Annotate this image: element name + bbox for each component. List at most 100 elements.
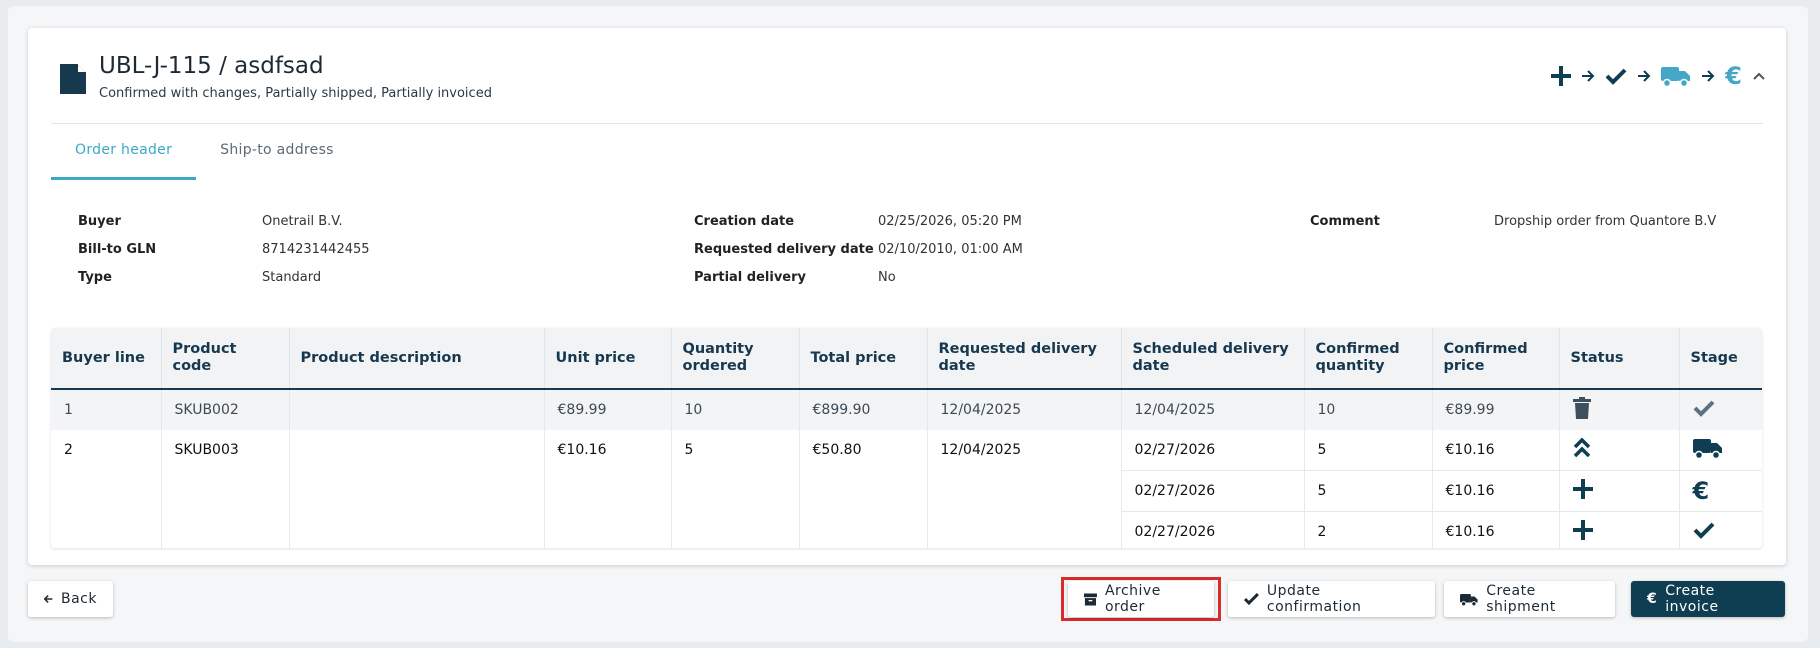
- cell-requested-date: 12/04/2025: [927, 389, 1122, 430]
- chevron-up-icon[interactable]: [1752, 71, 1766, 81]
- column-header[interactable]: Scheduled delivery date: [1121, 328, 1305, 390]
- check-icon: [1693, 399, 1715, 421]
- plus-icon: [1551, 66, 1572, 86]
- cell-product-code: SKUB002: [161, 389, 290, 430]
- column-header[interactable]: Product description: [289, 328, 545, 390]
- info-value: Standard: [262, 270, 322, 285]
- arrow-right-icon: [1701, 69, 1715, 83]
- plus-icon[interactable]: [1572, 479, 1593, 503]
- cell-confirmed-price: €10.16: [1432, 430, 1560, 471]
- info-label: Bill-to GLN: [78, 242, 157, 257]
- euro-icon: €: [1692, 477, 1710, 505]
- cell-confirmed-price: €10.16: [1432, 511, 1560, 548]
- cell-buyer-line: 2: [51, 430, 162, 548]
- cell-status: [1559, 511, 1680, 548]
- column-header[interactable]: Quantity ordered: [671, 328, 800, 390]
- euro-icon: €: [1725, 62, 1742, 90]
- cell-description: [289, 430, 545, 548]
- info-label: Comment: [1310, 214, 1380, 229]
- cell-scheduled-date: 12/04/2025: [1121, 389, 1305, 430]
- arrow-left-icon: [44, 594, 53, 604]
- column-header[interactable]: Unit price: [544, 328, 672, 390]
- cell-stage: [1679, 430, 1762, 471]
- cell-unit-price: €89.99: [544, 389, 672, 430]
- tab-bar: Order header Ship-to address: [51, 123, 358, 181]
- trash-icon[interactable]: [1572, 397, 1591, 423]
- info-label: Creation date: [694, 214, 795, 229]
- table-row[interactable]: 1 SKUB002 €89.99 10 €899.90 12/04/2025 1…: [51, 389, 1762, 430]
- order-flow-steps: €: [1551, 62, 1766, 90]
- cell-total-price: €899.90: [799, 389, 928, 430]
- back-button[interactable]: Back: [28, 581, 113, 617]
- cell-unit-price: €10.16: [544, 430, 672, 548]
- arrow-right-icon: [1581, 69, 1595, 83]
- info-value: No: [878, 270, 896, 285]
- cell-quantity: 5: [671, 430, 800, 548]
- tab-order-header[interactable]: Order header: [51, 123, 197, 180]
- back-button-label: Back: [61, 591, 97, 607]
- info-column-dates: Creation date 02/25/2026, 05:20 PM Reques…: [694, 214, 1023, 298]
- cell-confirmed-price: €10.16: [1432, 470, 1560, 512]
- info-value: 02/10/2010, 01:00 AM: [878, 242, 1023, 257]
- cell-total-price: €50.80: [799, 430, 928, 548]
- create-invoice-button[interactable]: € Create invoice: [1631, 581, 1785, 617]
- cell-scheduled-date: 02/27/2026: [1121, 511, 1305, 548]
- info-label: Type: [78, 270, 112, 285]
- cell-buyer-line: 1: [51, 389, 162, 430]
- update-confirmation-button[interactable]: Update confirmation: [1228, 581, 1435, 617]
- cell-confirmed-qty: 2: [1304, 511, 1433, 548]
- arrow-right-icon: [1637, 69, 1651, 83]
- create-shipment-button[interactable]: Create shipment: [1444, 581, 1615, 617]
- info-label: Partial delivery: [694, 270, 806, 285]
- cell-stage: €: [1679, 470, 1762, 512]
- euro-icon: €: [1647, 591, 1658, 607]
- check-icon: [1605, 67, 1627, 85]
- tab-ship-to-address[interactable]: Ship-to address: [196, 123, 358, 177]
- cell-scheduled-date: 02/27/2026: [1121, 470, 1305, 512]
- archive-order-button[interactable]: Archive order: [1068, 581, 1214, 617]
- cell-confirmed-qty: 5: [1304, 470, 1433, 512]
- update-confirmation-label: Update confirmation: [1266, 583, 1362, 615]
- cell-status: [1559, 470, 1680, 512]
- archive-box-icon: [1084, 592, 1097, 606]
- table-header-row: Buyer line Product code Product descript…: [51, 328, 1762, 390]
- cell-status: [1559, 389, 1680, 430]
- column-header[interactable]: Status: [1559, 328, 1680, 390]
- order-card: UBL-J-115 / asdfsad Confirmed with chang…: [28, 28, 1786, 565]
- order-lines-table: Buyer line Product code Product descript…: [51, 328, 1762, 548]
- info-value: Dropship order from Quantore B.V: [1494, 214, 1717, 229]
- table-row[interactable]: 2 SKUB003 €10.16 5 €50.80 12/04/2025 02/…: [51, 430, 1762, 548]
- column-header[interactable]: Product code: [161, 328, 290, 390]
- column-header[interactable]: Confirmed price: [1432, 328, 1560, 390]
- cell-stage: [1679, 512, 1762, 549]
- column-header[interactable]: Stage: [1679, 328, 1762, 390]
- truck-icon: [1692, 437, 1723, 463]
- cell-quantity: 10: [671, 389, 800, 430]
- page-title: UBL-J-115 / asdfsad: [99, 53, 324, 79]
- cell-status: [1559, 430, 1680, 471]
- create-invoice-label: Create invoice: [1665, 583, 1719, 615]
- column-header[interactable]: Requested delivery date: [927, 328, 1122, 390]
- cell-confirmed-price: €89.99: [1432, 389, 1560, 430]
- check-icon: [1693, 521, 1715, 543]
- create-shipment-label: Create shipment: [1486, 583, 1556, 615]
- cell-scheduled-date: 02/27/2026: [1121, 430, 1305, 471]
- plus-icon[interactable]: [1572, 520, 1593, 544]
- cell-product-code: SKUB003: [161, 430, 290, 548]
- column-header[interactable]: Buyer line: [51, 328, 162, 390]
- double-chevron-up-icon[interactable]: [1573, 437, 1591, 462]
- column-header[interactable]: Total price: [799, 328, 928, 390]
- cell-confirmed-qty: 10: [1304, 389, 1433, 430]
- archive-order-label: Archive order: [1104, 583, 1161, 615]
- cell-stage: [1679, 389, 1762, 430]
- info-column-buyer: Buyer Onetrail B.V. Bill-to GLN 8714231442…: [78, 214, 370, 298]
- column-header[interactable]: Confirmed quantity: [1304, 328, 1433, 390]
- order-status-summary: Confirmed with changes, Partially shippe…: [99, 86, 492, 101]
- cell-description: [289, 389, 545, 430]
- cell-confirmed-qty: 5: [1304, 430, 1433, 471]
- truck-icon: [1661, 65, 1691, 87]
- info-value: 8714231442455: [262, 242, 370, 257]
- info-value: 02/25/2026, 05:20 PM: [878, 214, 1022, 229]
- check-icon: [1244, 593, 1259, 605]
- info-label: Buyer: [78, 214, 121, 229]
